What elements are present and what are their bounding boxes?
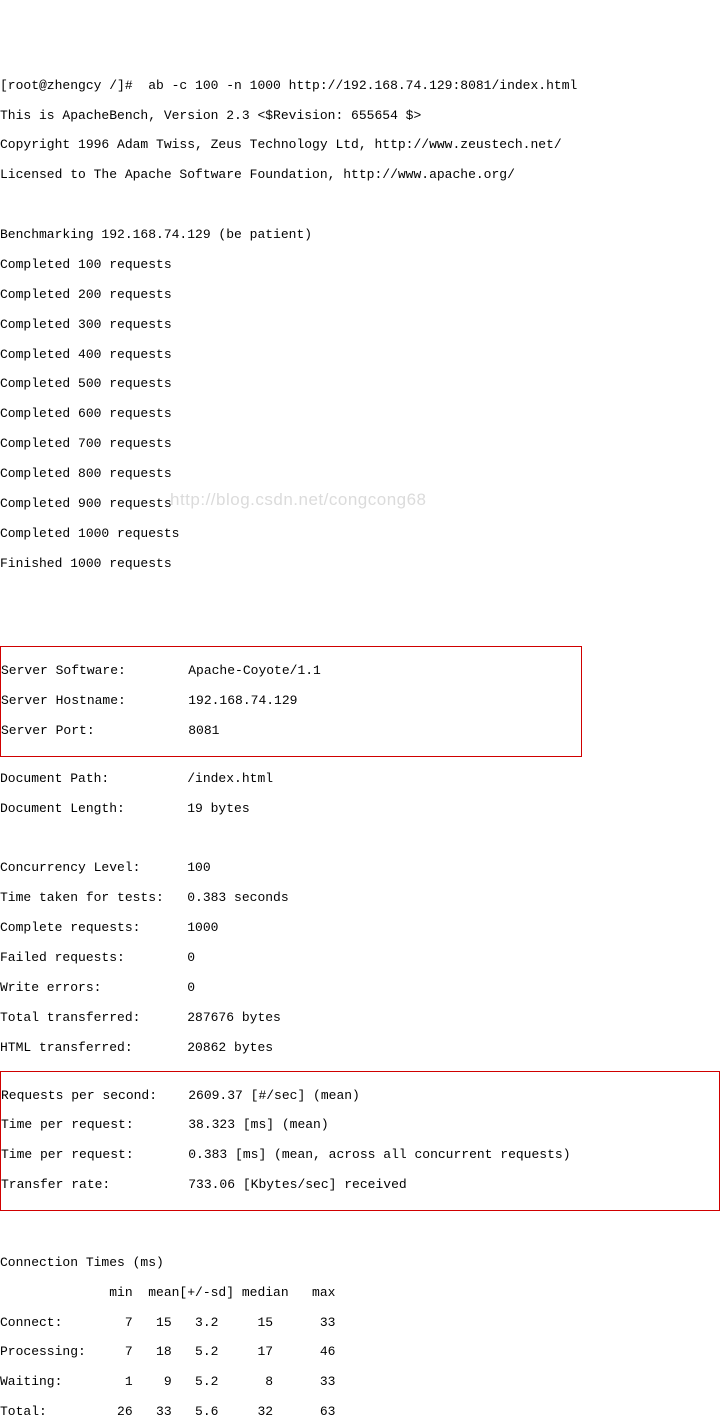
complete-requests: Complete requests: 1000: [0, 921, 723, 936]
progress-line: Completed 700 requests: [0, 437, 723, 452]
progress-line: Completed 600 requests: [0, 407, 723, 422]
progress-line: Completed 800 requests: [0, 467, 723, 482]
time-taken: Time taken for tests: 0.383 seconds: [0, 891, 723, 906]
write-errors: Write errors: 0: [0, 981, 723, 996]
connection-times-columns: min mean[+/-sd] median max: [0, 1286, 723, 1301]
time-per-request-mean: Time per request: 38.323 [ms] (mean): [1, 1118, 719, 1133]
terminal-output: [root@zhengcy /]# ab -c 100 -n 1000 http…: [0, 60, 723, 1422]
progress-line: Completed 200 requests: [0, 288, 723, 303]
progress-line: Completed 500 requests: [0, 377, 723, 392]
failed-requests: Failed requests: 0: [0, 951, 723, 966]
connect-row: Connect: 7 15 3.2 15 33: [0, 1316, 723, 1331]
server-info-box: Server Software: Apache-Coyote/1.1 Serve…: [0, 646, 582, 757]
progress-line: Finished 1000 requests: [0, 557, 723, 572]
time-per-request-concurrent: Time per request: 0.383 [ms] (mean, acro…: [1, 1148, 719, 1163]
progress-line: Completed 400 requests: [0, 348, 723, 363]
total-row: Total: 26 33 5.6 32 63: [0, 1405, 723, 1420]
progress-line: Completed 300 requests: [0, 318, 723, 333]
waiting-row: Waiting: 1 9 5.2 8 33: [0, 1375, 723, 1390]
requests-per-second: Requests per second: 2609.37 [#/sec] (me…: [1, 1089, 719, 1104]
header-line: This is ApacheBench, Version 2.3 <$Revis…: [0, 109, 723, 124]
blank-line: [0, 587, 723, 602]
benchmark-intro: Benchmarking 192.168.74.129 (be patient): [0, 228, 723, 243]
processing-row: Processing: 7 18 5.2 17 46: [0, 1345, 723, 1360]
progress-line: Completed 900 requests: [0, 497, 723, 512]
server-hostname: Server Hostname: 192.168.74.129: [1, 694, 581, 709]
blank-line: [0, 198, 723, 213]
total-transferred: Total transferred: 287676 bytes: [0, 1011, 723, 1026]
command-line: [root@zhengcy /]# ab -c 100 -n 1000 http…: [0, 79, 723, 94]
html-transferred: HTML transferred: 20862 bytes: [0, 1041, 723, 1056]
document-length: Document Length: 19 bytes: [0, 802, 723, 817]
connection-times-header: Connection Times (ms): [0, 1256, 723, 1271]
progress-line: Completed 1000 requests: [0, 527, 723, 542]
blank-line: [0, 832, 723, 847]
transfer-rate: Transfer rate: 733.06 [Kbytes/sec] recei…: [1, 1178, 719, 1193]
header-line: Licensed to The Apache Software Foundati…: [0, 168, 723, 183]
header-line: Copyright 1996 Adam Twiss, Zeus Technolo…: [0, 138, 723, 153]
progress-line: Completed 100 requests: [0, 258, 723, 273]
server-port: Server Port: 8081: [1, 724, 581, 739]
document-path: Document Path: /index.html: [0, 772, 723, 787]
concurrency-level: Concurrency Level: 100: [0, 861, 723, 876]
performance-box: Requests per second: 2609.37 [#/sec] (me…: [0, 1071, 720, 1211]
blank-line: [0, 1226, 723, 1241]
blank-line: [0, 616, 723, 631]
server-software: Server Software: Apache-Coyote/1.1: [1, 664, 581, 679]
